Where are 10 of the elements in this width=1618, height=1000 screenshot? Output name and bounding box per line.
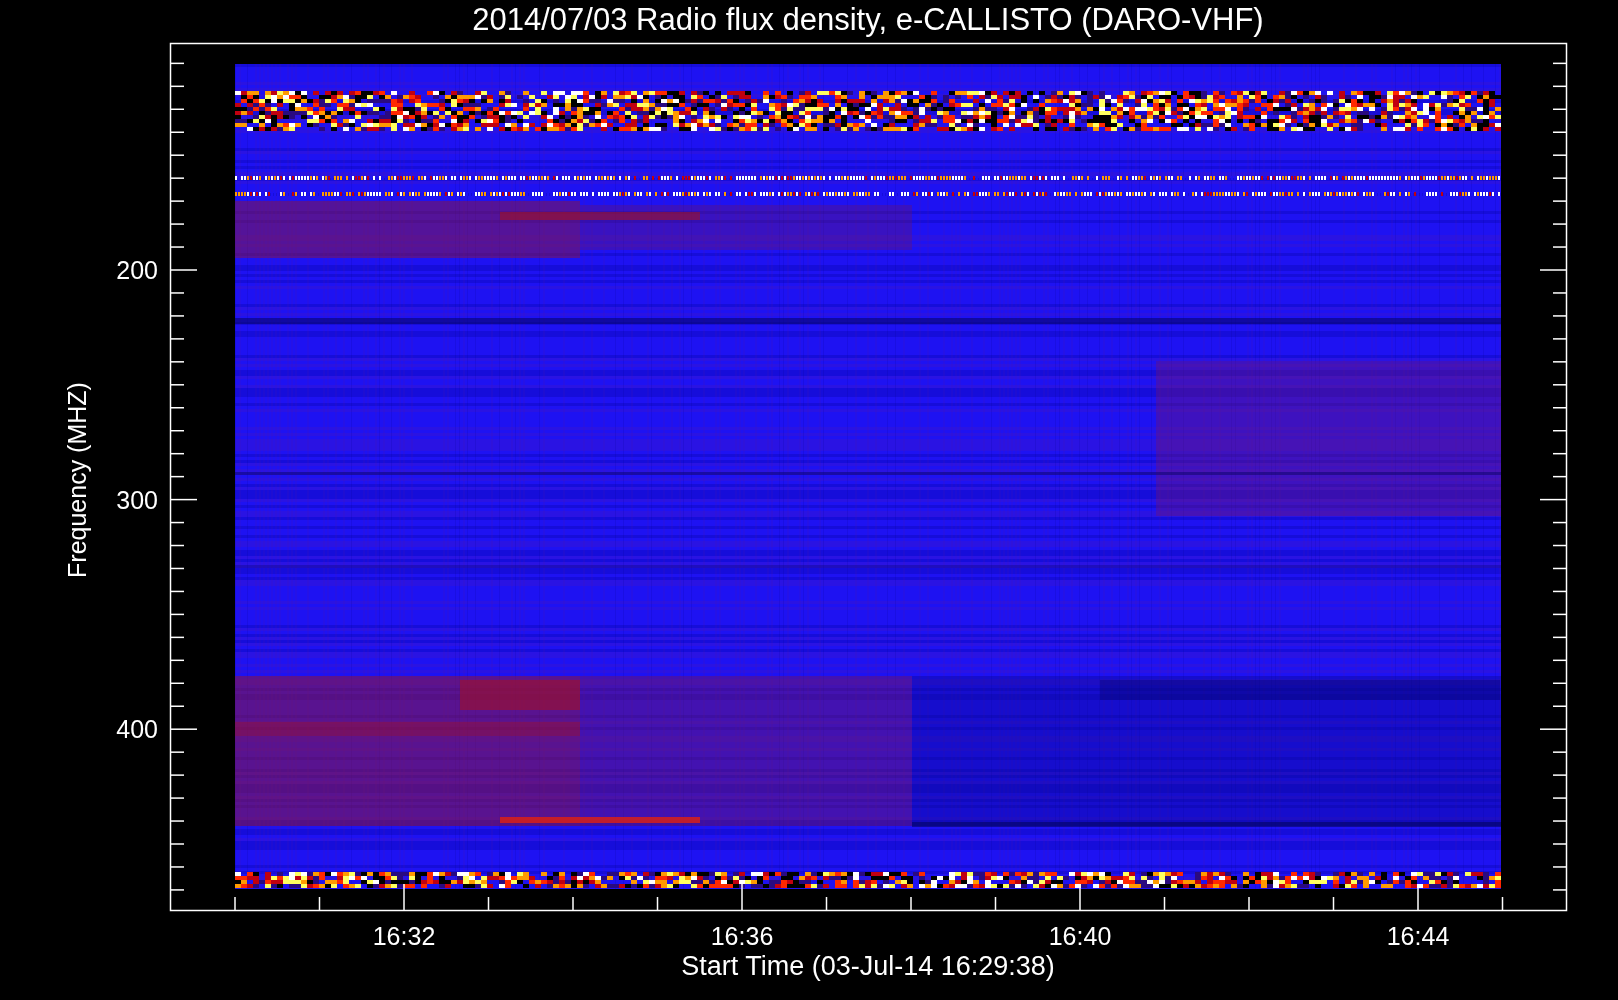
tick-label: 16:32 [372,922,436,950]
tick-label: 16:40 [1048,922,1112,950]
tick-label: 400 [116,715,158,744]
plot-title: 2014/07/03 Radio flux density, e-CALLISTO (DARO-VHF) [472,2,1264,37]
tick-label: 16:44 [1386,922,1450,950]
axis-label: Frequency (MHZ) [63,382,91,578]
tick-label: 200 [116,256,158,284]
axis-label: Start Time (03-Jul-14 16:29:38) [681,951,1055,981]
tick-label: 16:36 [710,922,774,950]
tick-label: 300 [116,485,158,514]
